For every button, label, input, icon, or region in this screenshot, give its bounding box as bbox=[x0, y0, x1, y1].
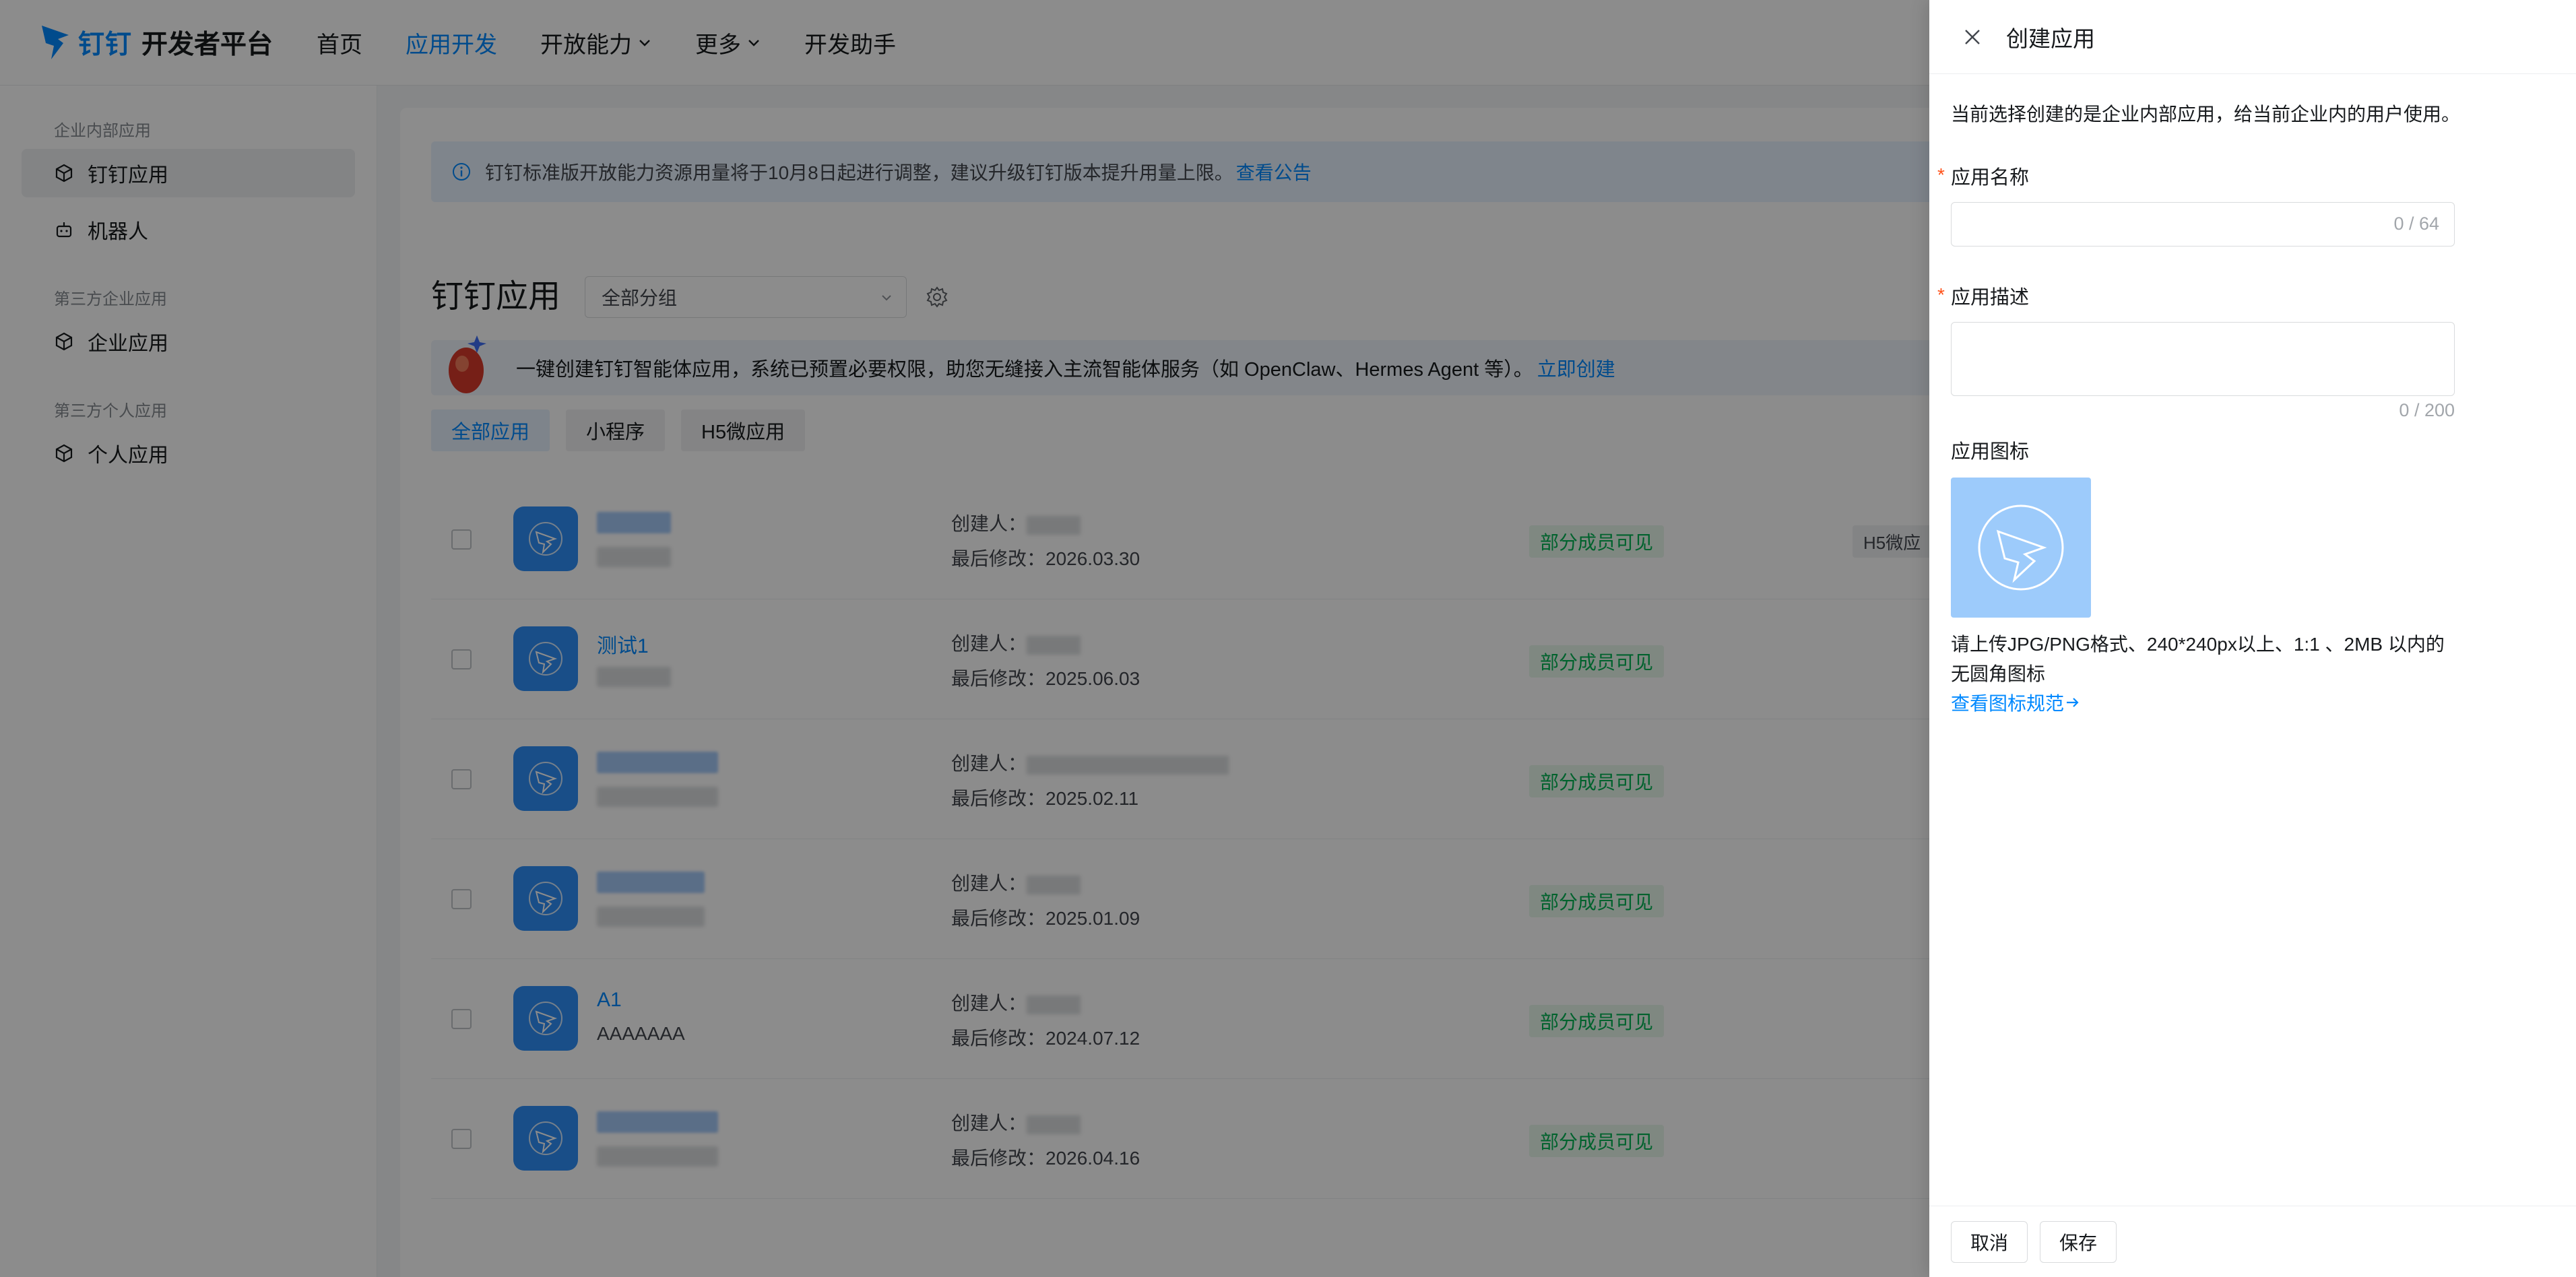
app-name-field[interactable]: 0 / 64 bbox=[1951, 202, 2455, 247]
dingtalk-logo-icon bbox=[1978, 504, 2064, 591]
icon-spec-link-text: 查看图标规范 bbox=[1951, 693, 2065, 714]
cancel-button[interactable]: 取消 bbox=[1951, 1220, 2028, 1263]
required-marker: * bbox=[1937, 284, 1945, 305]
app-icon-label: 应用图标 bbox=[1951, 441, 2030, 463]
drawer-body: 当前选择创建的是企业内部应用，给当前企业内的用户使用。 * 应用名称 0 / 6… bbox=[1929, 100, 2576, 716]
required-marker: * bbox=[1937, 164, 1945, 185]
create-app-drawer: 创建应用 当前选择创建的是企业内部应用，给当前企业内的用户使用。 * 应用名称 … bbox=[1929, 0, 2576, 1277]
icon-upload[interactable] bbox=[1951, 478, 2091, 618]
save-button[interactable]: 保存 bbox=[2040, 1220, 2117, 1263]
arrow-right-icon bbox=[2067, 698, 2079, 707]
drawer-intro: 当前选择创建的是企业内部应用，给当前企业内的用户使用。 bbox=[1951, 104, 2461, 125]
drawer-title: 创建应用 bbox=[2006, 26, 2095, 51]
icon-spec-link[interactable]: 查看图标规范 bbox=[1951, 689, 2553, 716]
app-name-label: * 应用名称 bbox=[1937, 162, 2553, 190]
app-desc-counter: 0 / 200 bbox=[2399, 400, 2455, 420]
app-desc-field[interactable] bbox=[1951, 322, 2455, 396]
modal-backdrop[interactable] bbox=[0, 0, 1929, 1277]
app-name-label-text: 应用名称 bbox=[1951, 167, 2030, 189]
app-name-counter: 0 / 64 bbox=[2393, 214, 2439, 234]
app-desc-label-text: 应用描述 bbox=[1951, 287, 2030, 308]
drawer-header: 创建应用 bbox=[1929, 0, 2576, 74]
icon-upload-hint: 请上传JPG/PNG格式、240*240px以上、1:1 、2MB 以内的无圆角… bbox=[1951, 634, 2445, 684]
close-icon[interactable] bbox=[1963, 28, 1982, 46]
drawer-footer: 取消 保存 bbox=[1929, 1206, 2576, 1277]
app-desc-label: * 应用描述 bbox=[1937, 282, 2553, 310]
